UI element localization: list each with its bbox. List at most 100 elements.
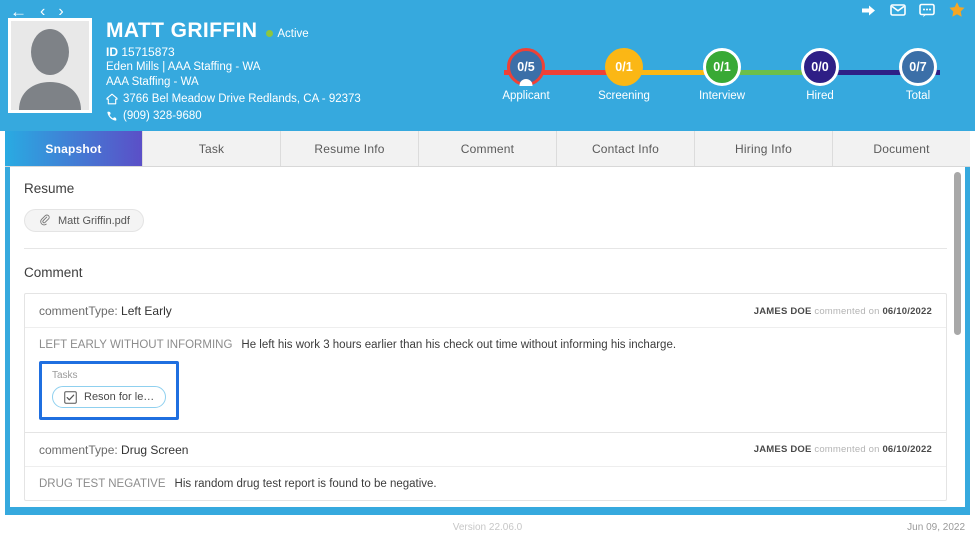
comment-section-title: Comment	[24, 265, 83, 280]
version-label: Version 22.06.0	[452, 522, 523, 533]
tab-snapshot-label: Snapshot	[45, 141, 102, 156]
paperclip-icon	[40, 214, 50, 226]
id-value: 15715873	[121, 45, 175, 59]
address-text: 3766 Bel Meadow Drive Redlands, CA - 923…	[123, 93, 361, 105]
stage-label-screening: Screening	[598, 90, 650, 102]
stage-count-interview: 0/1	[713, 60, 731, 74]
stage-notch-icon	[519, 79, 533, 86]
application-window: ← ‹ › MATT GRIFFIN Active ID 15715873 Ed…	[0, 0, 975, 542]
address-line: 3766 Bel Meadow Drive Redlands, CA - 923…	[106, 91, 361, 107]
comment-meta: JAMES DOE commented on 06/10/2022	[754, 306, 932, 317]
tasks-box[interactable]: Tasks Reson for le…	[39, 361, 180, 420]
tab-task[interactable]: Task	[143, 131, 281, 166]
comment-card: commentType: Left Early JAMES DOE commen…	[25, 294, 946, 433]
stage-count-hired: 0/0	[811, 60, 829, 74]
tab-hiring-info[interactable]: Hiring Info	[695, 131, 833, 166]
scrollbar-thumb[interactable]	[954, 172, 961, 335]
comment-body: LEFT EARLY WITHOUT INFORMING He left his…	[25, 328, 946, 361]
candidate-id: ID 15715873	[106, 44, 361, 60]
stage-label-interview: Interview	[698, 90, 746, 102]
footer: Version 22.06.0 Jun 09, 2022	[0, 515, 975, 542]
comment-type-value: Left Early	[121, 304, 172, 318]
task-chip-label: Reson for le…	[84, 391, 155, 403]
tab-bar: Snapshot Task Resume Info Comment Contac…	[5, 131, 970, 167]
stage-label-applicant: Applicant	[502, 90, 550, 102]
company-line: AAA Staffing - WA	[106, 76, 199, 88]
tab-hiring-info-label: Hiring Info	[735, 141, 792, 156]
comment-header: commentType: Left Early JAMES DOE commen…	[25, 294, 946, 328]
avatar	[8, 18, 92, 113]
profile-summary: MATT GRIFFIN Active ID 15715873 Eden Mil…	[8, 18, 361, 124]
comment-meta: JAMES DOE commented on 06/10/2022	[754, 444, 932, 455]
comment-list: commentType: Left Early JAMES DOE commen…	[24, 293, 947, 501]
pipeline-stage-interview[interactable]: 0/1 Interview	[678, 48, 766, 102]
forward-icon[interactable]	[860, 2, 877, 19]
status-badge: Active	[266, 27, 309, 40]
pipeline-stage-applicant[interactable]: 0/5 Applicant	[482, 48, 570, 102]
stage-label-total: Total	[905, 90, 931, 102]
comment-body: DRUG TEST NEGATIVE His random drug test …	[25, 467, 946, 500]
comment-type: commentType: Left Early	[39, 304, 172, 318]
status-dot-icon	[266, 30, 274, 37]
comment-date: 06/10/2022	[882, 444, 932, 455]
tasks-label: Tasks	[52, 370, 78, 381]
pipeline-stage-total[interactable]: 0/7 Total	[874, 48, 962, 102]
comment-author: JAMES DOE	[753, 305, 812, 317]
comment-type: commentType: Drug Screen	[39, 443, 188, 457]
comment-text: His random drug test report is found to …	[174, 477, 437, 490]
phone-text: (909) 328-9680	[123, 110, 202, 122]
section-divider	[24, 248, 947, 249]
task-chip[interactable]: Reson for le…	[52, 386, 167, 408]
comment-type-value: Drug Screen	[121, 442, 189, 457]
comment-meta-mid: commented on	[811, 444, 883, 455]
tab-contact-info[interactable]: Contact Info	[557, 131, 695, 166]
panel-bottom-border	[5, 507, 970, 515]
profile-details: MATT GRIFFIN Active ID 15715873 Eden Mil…	[106, 18, 361, 124]
comment-type-label: commentType:	[39, 304, 118, 318]
chat-icon[interactable]	[919, 2, 935, 18]
hiring-pipeline: 0/5 Applicant 0/1 Screening 0/1 Intervie	[482, 48, 962, 110]
checkbox-checked-icon	[64, 390, 77, 404]
comment-card: commentType: Drug Screen JAMES DOE comme…	[25, 433, 946, 500]
branch-line: Eden Mills | AAA Staffing - WA	[106, 61, 261, 73]
resume-section-title: Resume	[24, 181, 75, 196]
tab-resume-info[interactable]: Resume Info	[281, 131, 419, 166]
phone-line: (909) 328-9680	[106, 108, 361, 124]
comment-text: He left his work 3 hours earlier than hi…	[241, 339, 677, 351]
comment-tag: LEFT EARLY WITHOUT INFORMING	[39, 339, 233, 351]
comment-tag: DRUG TEST NEGATIVE	[39, 477, 166, 490]
pipeline-stage-hired[interactable]: 0/0 Hired	[776, 48, 864, 102]
resume-file-name: Matt Griffin.pdf	[58, 214, 130, 227]
tab-comment[interactable]: Comment	[419, 131, 557, 166]
comment-type-label: commentType:	[39, 442, 118, 457]
stage-count-total: 0/7	[909, 60, 927, 74]
tab-document[interactable]: Document	[833, 131, 970, 166]
resume-file-chip[interactable]: Matt Griffin.pdf	[24, 209, 144, 232]
footer-date: Jun 09, 2022	[907, 522, 965, 533]
tab-document-label: Document	[873, 141, 930, 156]
comment-author: JAMES DOE	[753, 444, 812, 455]
tab-snapshot[interactable]: Snapshot	[5, 131, 143, 166]
content-scrollbar[interactable]	[954, 172, 961, 502]
comment-meta-mid: commented on	[811, 305, 883, 317]
stage-count-applicant: 0/5	[517, 60, 535, 74]
page-title: MATT GRIFFIN	[106, 19, 258, 42]
tab-comment-label: Comment	[460, 141, 515, 156]
comment-header: commentType: Drug Screen JAMES DOE comme…	[25, 433, 946, 467]
profile-header: ← ‹ › MATT GRIFFIN Active ID 15715873 Ed…	[0, 0, 975, 131]
stage-label-hired: Hired	[806, 90, 834, 102]
star-icon[interactable]	[948, 1, 966, 19]
home-icon	[106, 93, 118, 105]
pipeline-stages: 0/5 Applicant 0/1 Screening 0/1 Intervie	[482, 48, 962, 102]
status-label: Active	[277, 27, 309, 40]
snapshot-content: Resume Matt Griffin.pdf Comment commentT…	[10, 167, 965, 507]
comment-date: 06/10/2022	[882, 305, 932, 317]
tab-contact-info-label: Contact Info	[591, 141, 660, 156]
tab-task-label: Task	[198, 141, 225, 156]
pipeline-stage-screening[interactable]: 0/1 Screening	[580, 48, 668, 102]
snapshot-panel: Resume Matt Griffin.pdf Comment commentT…	[5, 167, 970, 507]
tab-resume-info-label: Resume Info	[314, 141, 385, 156]
header-action-icons	[860, 1, 966, 19]
mail-icon[interactable]	[890, 2, 906, 18]
id-label: ID	[106, 45, 118, 59]
